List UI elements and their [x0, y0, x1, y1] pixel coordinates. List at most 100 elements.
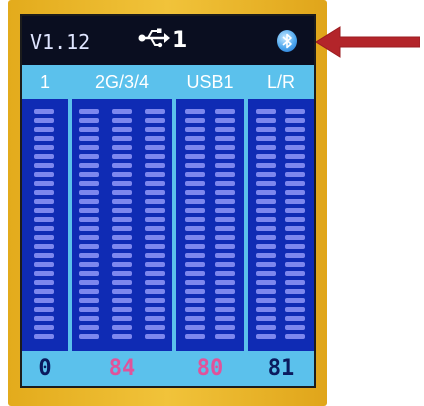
meter-segment: [256, 145, 276, 150]
meter-segment: [34, 208, 54, 213]
meter-segment: [256, 109, 276, 114]
meter-segment: [215, 307, 235, 312]
meter-segment: [285, 145, 305, 150]
meter-segment: [112, 172, 132, 177]
meter-segment: [34, 109, 54, 114]
meter-segment: [145, 109, 165, 114]
channel-label-2g-3-4: 2G/3/4: [94, 72, 150, 92]
meter-segment: [145, 154, 165, 159]
meter-segment: [79, 262, 99, 267]
meter-segment: [79, 289, 99, 294]
meter-channel-1: [22, 99, 68, 351]
meter-segment: [256, 253, 276, 258]
meter-segment: [285, 118, 305, 123]
column-divider: [68, 65, 72, 386]
status-bar: V1.12 1: [22, 16, 314, 65]
meter-segment: [145, 316, 165, 321]
meter-segment: [34, 298, 54, 303]
meter-segment: [34, 253, 54, 258]
meter-segment: [185, 127, 205, 132]
meter-segment: [79, 136, 99, 141]
meter-segment: [285, 280, 305, 285]
meter-segment: [112, 325, 132, 330]
meter-segment: [112, 289, 132, 294]
meter-segment: [79, 208, 99, 213]
meter-segment: [285, 298, 305, 303]
meter-segment: [215, 208, 235, 213]
meter-segment: [285, 262, 305, 267]
usb-port-number: 1: [172, 28, 188, 53]
meter-segment: [285, 253, 305, 258]
meter-segment: [256, 307, 276, 312]
level-readout-row: 0 84 80 81: [22, 351, 314, 386]
meter-segment: [185, 235, 205, 240]
level-meter: [185, 109, 205, 343]
meter-segment: [185, 109, 205, 114]
meter-segment: [185, 325, 205, 330]
meter-segment: [185, 190, 205, 195]
meter-segment: [256, 127, 276, 132]
meter-segment: [256, 199, 276, 204]
meter-segment: [215, 181, 235, 186]
meter-segment: [185, 172, 205, 177]
level-value-2g-3-4: 84: [108, 356, 136, 381]
bluetooth-icon: [277, 30, 297, 52]
meter-channel-2g-3-4: [72, 99, 172, 351]
column-divider: [244, 65, 248, 386]
meter-segment: [112, 208, 132, 213]
meter-segment: [215, 271, 235, 276]
meter-segment: [34, 118, 54, 123]
meter-segment: [285, 334, 305, 339]
meter-segment: [34, 262, 54, 267]
meter-segment: [256, 190, 276, 195]
meter-segment: [79, 316, 99, 321]
meter-segment: [34, 226, 54, 231]
meter-segment: [285, 163, 305, 168]
meter-segment: [285, 127, 305, 132]
meter-segment: [215, 199, 235, 204]
meter-segment: [185, 334, 205, 339]
level-meter: [215, 109, 235, 343]
meter-segment: [145, 172, 165, 177]
meter-segment: [185, 262, 205, 267]
meter-segment: [112, 163, 132, 168]
meter-segment: [34, 127, 54, 132]
meter-segment: [112, 316, 132, 321]
meter-segment: [145, 235, 165, 240]
meter-segment: [145, 334, 165, 339]
meter-segment: [34, 190, 54, 195]
firmware-version: V1.12: [30, 30, 91, 54]
meter-segment: [285, 154, 305, 159]
meter-segment: [145, 262, 165, 267]
meter-segment: [79, 181, 99, 186]
level-value-usb1: 80: [196, 356, 224, 381]
meter-segment: [256, 334, 276, 339]
meter-segment: [185, 226, 205, 231]
meter-segment: [285, 325, 305, 330]
meter-segment: [34, 217, 54, 222]
meter-segment: [145, 118, 165, 123]
meter-segment: [34, 163, 54, 168]
meter-segment: [112, 154, 132, 159]
meter-segment: [285, 181, 305, 186]
meter-segment: [215, 289, 235, 294]
meter-segment: [34, 154, 54, 159]
meter-segment: [215, 253, 235, 258]
meter-segment: [34, 307, 54, 312]
meter-segment: [185, 316, 205, 321]
meter-segment: [256, 226, 276, 231]
meter-segment: [215, 172, 235, 177]
meter-segment: [215, 118, 235, 123]
meter-segment: [112, 307, 132, 312]
meter-segment: [79, 163, 99, 168]
meter-segment: [79, 244, 99, 249]
meter-segment: [185, 244, 205, 249]
meter-segment: [79, 172, 99, 177]
meter-segment: [34, 181, 54, 186]
meter-segment: [285, 172, 305, 177]
meter-segment: [215, 190, 235, 195]
meter-segment: [215, 244, 235, 249]
meter-segment: [145, 307, 165, 312]
meter-segment: [79, 145, 99, 150]
meter-segment: [185, 298, 205, 303]
